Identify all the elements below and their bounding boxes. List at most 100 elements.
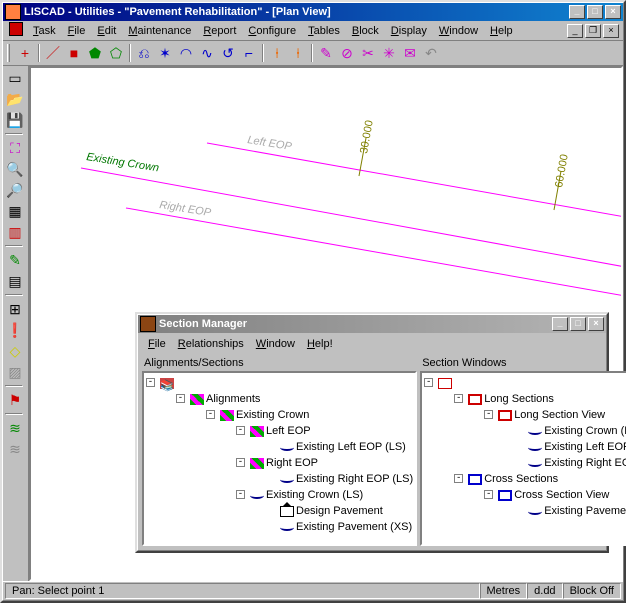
main-menu-bar: Task File Edit Maintenance Report Config… [3, 21, 623, 40]
info-button[interactable]: ❗ [5, 320, 25, 340]
menu-configure[interactable]: Configure [242, 24, 302, 38]
section-windows-tree[interactable]: - -Long Sections -Long Section View Exis… [420, 371, 626, 546]
open-button[interactable]: 📂 [5, 89, 25, 109]
new-doc-button[interactable]: ▭ [5, 68, 25, 88]
marker-tool-2[interactable]: ⍿ [288, 43, 308, 63]
pick-tool[interactable]: ✎ [316, 43, 336, 63]
mdi-restore-button[interactable]: ❐ [585, 24, 601, 38]
tree-long-section-view[interactable]: -Long Section View Existing Crown (LS) E… [484, 407, 626, 471]
panel-alignments-title: Alignments/Sections [142, 357, 417, 371]
no-point-tool[interactable]: ⊘ [337, 43, 357, 63]
tree-r-existing-pavement-xs[interactable]: Existing Pavement (XS) [514, 503, 626, 519]
alignments-tree[interactable]: -📚 -Alignments -Existing Crown -Left EOP… [142, 371, 417, 546]
menu-block[interactable]: Block [346, 24, 385, 38]
status-block[interactable]: Block Off [563, 583, 621, 599]
tree-r-existing-left-eop-ls[interactable]: Existing Left EOP (LS) [514, 439, 626, 455]
menu-maintenance[interactable]: Maintenance [122, 24, 197, 38]
section-manager-window: Section Manager _ □ × File Relationships… [135, 312, 609, 553]
mdi-minimize-button[interactable]: _ [567, 24, 583, 38]
undo-tool[interactable]: ↶ [421, 43, 441, 63]
marker-tool-1[interactable]: ⍿ [267, 43, 287, 63]
menu-file[interactable]: File [62, 24, 92, 38]
sm-close-button[interactable]: × [588, 317, 604, 331]
sm-menu-window[interactable]: Window [250, 337, 301, 351]
minimize-button[interactable]: _ [569, 5, 585, 19]
vertex-tool[interactable]: ✶ [155, 43, 175, 63]
menu-window[interactable]: Window [433, 24, 484, 38]
menu-tables[interactable]: Tables [302, 24, 346, 38]
arc-tool[interactable]: ◠ [176, 43, 196, 63]
tree-alignments[interactable]: -Alignments -Existing Crown -Left EOP Ex… [176, 391, 413, 535]
zoom-in-button[interactable]: 🔍 [5, 159, 25, 179]
mdi-close-button[interactable]: × [603, 24, 619, 38]
snap-tool[interactable]: ✳ [379, 43, 399, 63]
sm-minimize-button[interactable]: _ [552, 317, 568, 331]
flag-button[interactable]: ⚑ [5, 390, 25, 410]
side-toolbar: ▭ 📂 💾 ⛶ 🔍 🔎 ▦ ▥ ✎ ▤ ⊞ ❗ ◇ ▨ ⚑ ≋ [3, 66, 29, 581]
status-bar: Pan: Select point 1 Metres d.dd Block Of… [3, 581, 623, 600]
menu-edit[interactable]: Edit [91, 24, 122, 38]
polygon-tool[interactable]: ⬟ [85, 43, 105, 63]
tree-root-r[interactable]: - -Long Sections -Long Section View Exis… [424, 375, 626, 519]
label-ch60: 60.000 [553, 153, 571, 188]
corner-tool[interactable]: ⌐ [239, 43, 259, 63]
polygon-tool-2[interactable]: ⬠ [106, 43, 126, 63]
menu-help[interactable]: Help [484, 24, 519, 38]
track-button[interactable]: ≋ [5, 418, 25, 438]
sm-maximize-button[interactable]: □ [570, 317, 586, 331]
tree-right-eop[interactable]: -Right EOP Existing Right EOP (LS) [236, 455, 413, 487]
track2-button[interactable]: ≋ [5, 439, 25, 459]
line-tool[interactable]: ／ [43, 43, 63, 63]
layer-button[interactable]: ▥ [5, 222, 25, 242]
status-message: Pan: Select point 1 [5, 583, 480, 599]
sm-menu-help[interactable]: Help! [301, 337, 339, 351]
zoom-out-button[interactable]: 🔎 [5, 180, 25, 200]
join-tool[interactable]: ⎌ [134, 43, 154, 63]
zoom-extents-button[interactable]: ⛶ [5, 138, 25, 158]
curve-tool[interactable]: ∿ [197, 43, 217, 63]
menu-task[interactable]: Task [27, 24, 62, 38]
point-tool[interactable]: + [15, 43, 35, 63]
grid2-button[interactable]: ⊞ [5, 299, 25, 319]
menu-report[interactable]: Report [197, 24, 242, 38]
pencil-button[interactable]: ✎ [5, 250, 25, 270]
section-manager-title-bar[interactable]: Section Manager _ □ × [138, 315, 606, 333]
tree-existing-crown[interactable]: -Existing Crown -Left EOP Existing Left … [206, 407, 413, 535]
mail-tool[interactable]: ✉ [400, 43, 420, 63]
tree-root[interactable]: -📚 -Alignments -Existing Crown -Left EOP… [146, 375, 413, 535]
loop-tool[interactable]: ↺ [218, 43, 238, 63]
block-tool[interactable]: ■ [64, 43, 84, 63]
status-units[interactable]: Metres [480, 583, 528, 599]
tree-cross-sections[interactable]: -Cross Sections -Cross Section View Exis… [454, 471, 626, 519]
status-angles[interactable]: d.dd [527, 583, 562, 599]
close-button[interactable]: × [605, 5, 621, 19]
tree-r-existing-crown-ls[interactable]: Existing Crown (LS) [514, 423, 626, 439]
panel-section-windows-title: Section Windows [420, 357, 626, 371]
grid-button[interactable]: ▤ [5, 271, 25, 291]
tree-cross-section-view[interactable]: -Cross Section View Existing Pavement (X… [484, 487, 626, 519]
break-tool[interactable]: ✂ [358, 43, 378, 63]
hatch-button[interactable]: ▨ [5, 362, 25, 382]
tree-r-existing-right-eop-ls[interactable]: Existing Right EOP (LS) [514, 455, 626, 471]
top-toolbar: + ／ ■ ⬟ ⬠ ⎌ ✶ ◠ ∿ ↺ ⌐ ⍿ ⍿ ✎ ⊘ ✂ ✳ ✉ ↶ [3, 40, 623, 66]
zoom-window-button[interactable]: ▦ [5, 201, 25, 221]
tree-existing-right-eop-ls[interactable]: Existing Right EOP (LS) [266, 471, 413, 487]
app-icon [5, 4, 21, 20]
warn-button[interactable]: ◇ [5, 341, 25, 361]
mdi-icon [9, 22, 23, 36]
maximize-button[interactable]: □ [587, 5, 603, 19]
save-button[interactable]: 💾 [5, 110, 25, 130]
tree-design-pavement[interactable]: Design Pavement [266, 503, 413, 519]
toolbar-grip[interactable] [7, 44, 10, 62]
section-manager-title: Section Manager [159, 318, 552, 330]
tree-existing-left-eop-ls[interactable]: Existing Left EOP (LS) [266, 439, 413, 455]
window-title: LISCAD - Utilities - "Pavement Rehabilit… [24, 6, 569, 18]
tree-long-sections[interactable]: -Long Sections -Long Section View Existi… [454, 391, 626, 471]
sm-menu-file[interactable]: File [142, 337, 172, 351]
sm-menu-relationships[interactable]: Relationships [172, 337, 250, 351]
tree-existing-crown-ls[interactable]: -Existing Crown (LS) Design Pavement Exi… [236, 487, 413, 535]
tree-left-eop[interactable]: -Left EOP Existing Left EOP (LS) [236, 423, 413, 455]
menu-display[interactable]: Display [385, 24, 433, 38]
tree-existing-pavement-xs[interactable]: Existing Pavement (XS) [266, 519, 413, 535]
label-right-eop: Right EOP [159, 199, 213, 219]
